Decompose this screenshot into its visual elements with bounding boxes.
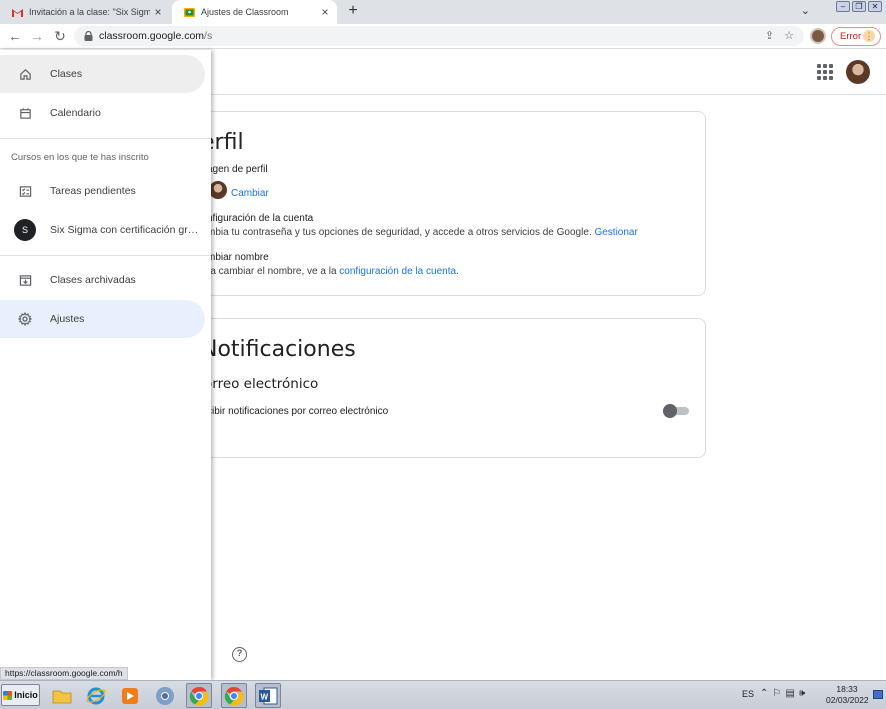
new-tab-button[interactable]: + [344,2,362,20]
tab-strip: Invitación a la clase: "Six Sigma con × … [0,0,886,24]
browser-toolbar: ← → ↻ classroom.google.com/s ⇪ ☆ Error ⋮ [0,24,886,49]
start-label: Inicio [14,690,38,700]
help-icon[interactable]: ? [232,647,247,662]
clock-date: 02/03/2022 [826,695,869,705]
tab-gmail-invitation[interactable]: Invitación a la clase: "Six Sigma con × [0,0,170,24]
tab-search-icon[interactable]: ⌄ [801,4,810,17]
calendar-icon [0,107,50,120]
system-tray: ⌃ ⚐ ▤ 🕪 [760,688,805,699]
address-bar[interactable]: classroom.google.com/s ⇪ ☆ [74,26,804,46]
back-arrow-icon[interactable]: ← [6,27,24,45]
name-text: ra cambiar el nombre, ve a la [207,266,337,277]
sidebar-item-label: Six Sigma con certificación gr… [50,224,199,236]
notifications-title: Notificaciones [201,337,356,362]
sidebar-item-label: Clases [50,68,83,80]
minimize-button[interactable]: – [836,1,850,12]
todo-icon [0,185,50,198]
profile-picture [209,181,227,199]
error-button[interactable]: Error ⋮ [831,27,881,46]
status-url-bubble: https://classroom.google.com/h [0,667,128,680]
window-controls: – ❐ ✕ [836,1,882,12]
email-notifications-toggle[interactable] [663,404,689,418]
clock-time: 18:33 [836,684,858,694]
notifications-card: Notificaciones orreo electrónico cibir n… [170,318,706,458]
sidebar-item-tareas-pendientes[interactable]: Tareas pendientes [0,172,205,210]
start-button[interactable]: Inicio [1,684,40,706]
volume-icon[interactable]: 🕪 [799,688,805,699]
account-text: mbia tu contraseña y tus opciones de seg… [207,227,592,238]
file-explorer-icon[interactable] [49,683,75,708]
divider [0,255,211,256]
account-settings-heading: nfiguración de la cuenta [207,213,314,224]
tab-title: Ajustes de Classroom [201,7,289,17]
account-settings-link[interactable]: configuración de la cuenta [339,266,456,277]
menu-dots-icon: ⋮ [863,30,875,42]
sidebar-item-clases[interactable]: Clases [0,55,205,93]
enrolled-section-title: Cursos en los que te has inscrito [11,152,149,163]
word-icon[interactable]: W [255,683,281,708]
close-window-button[interactable]: ✕ [868,1,882,12]
show-desktop-icon[interactable] [873,690,883,699]
url-path: /s [204,30,213,42]
gmail-icon [12,7,23,18]
sidebar-item-calendario[interactable]: Calendario [0,94,205,132]
sidebar-item-label: Clases archivadas [50,274,136,286]
tab-classroom-settings[interactable]: Ajustes de Classroom × [172,0,337,24]
language-indicator[interactable]: ES [742,689,754,699]
divider [0,138,211,139]
star-icon[interactable]: ☆ [784,29,794,42]
media-player-icon[interactable] [117,683,143,708]
sidebar-item-label: Ajustes [50,313,85,325]
sidebar-item-label: Tareas pendientes [50,185,136,197]
maximize-button[interactable]: ❐ [852,1,866,12]
forward-arrow-icon[interactable]: → [28,27,46,45]
profile-picture-label: agen de perfil [207,164,268,175]
close-icon[interactable]: × [150,5,166,19]
change-name-heading: mbiar nombre [207,252,269,263]
email-toggle-label: cibir notificaciones por correo electrón… [207,406,389,417]
account-avatar[interactable] [846,60,870,84]
reload-icon[interactable]: ↻ [51,27,69,45]
svg-text:W: W [261,692,269,701]
windows-flag-icon [3,690,13,700]
home-icon [0,68,50,81]
show-hidden-icons-icon[interactable]: ⌃ [760,688,768,699]
archive-icon [0,274,50,287]
internet-explorer-icon[interactable] [83,683,109,708]
navigation-drawer: Clases Calendario Cursos en los que te h… [0,50,211,680]
course-avatar: S [14,219,36,241]
apps-grid-icon[interactable] [817,64,833,80]
name-suffix: . [456,266,459,277]
email-heading: orreo electrónico [204,376,319,392]
sidebar-item-six-sigma[interactable]: S Six Sigma con certificación gr… [0,211,205,249]
taskbar-clock[interactable]: 18:33 02/03/2022 [826,684,869,706]
account-settings-text: mbia tu contraseña y tus opciones de seg… [207,227,638,238]
course-avatar-wrap: S [0,219,50,241]
sidebar-item-label: Calendario [50,107,101,119]
profile-card: erfil agen de perfil Cambiar nfiguración… [170,111,706,296]
action-center-flag-icon[interactable]: ⚐ [772,688,781,699]
gear-icon [0,312,50,326]
network-icon[interactable]: ▤ [785,688,794,699]
windows-taskbar: Inicio W ES ⌃ ⚐ ▤ 🕪 18:33 02/03/2022 [0,680,886,709]
lock-icon [84,31,93,41]
classroom-icon [184,7,195,18]
error-label: Error [840,31,862,42]
tab-title: Invitación a la clase: "Six Sigma con [29,7,150,17]
sidebar-item-clases-archivadas[interactable]: Clases archivadas [0,261,205,299]
url-host: classroom.google.com [99,30,205,42]
share-icon[interactable]: ⇪ [765,29,774,42]
chrome-window-icon[interactable] [221,683,247,708]
close-icon[interactable]: × [317,5,333,19]
manage-link[interactable]: Gestionar [594,227,637,238]
change-name-text: ra cambiar el nombre, ve a la configurac… [207,266,459,277]
change-picture-link[interactable]: Cambiar [231,188,269,199]
sidebar-item-ajustes[interactable]: Ajustes [0,300,205,338]
profile-avatar[interactable] [810,28,826,44]
chrome-icon[interactable] [152,683,178,708]
chrome-profile-icon[interactable] [186,683,212,708]
